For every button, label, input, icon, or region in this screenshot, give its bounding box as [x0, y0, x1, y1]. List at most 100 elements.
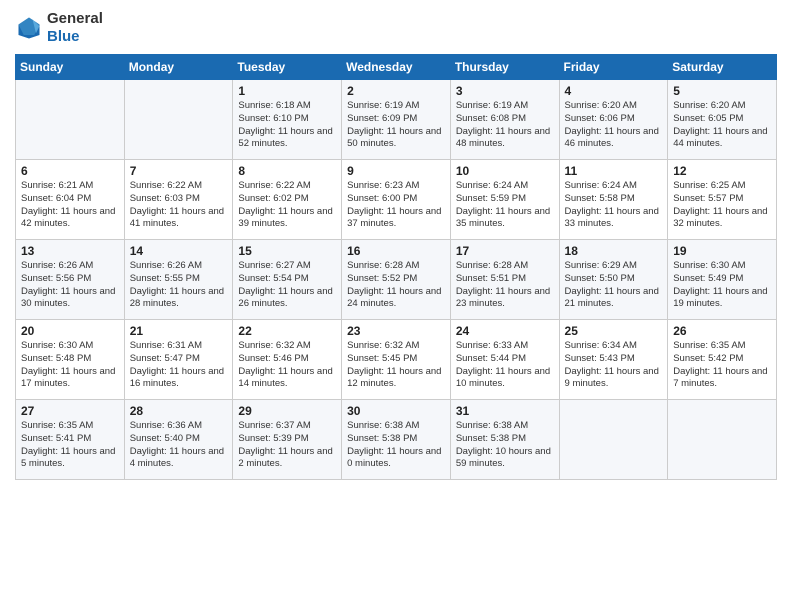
weekday-header-thursday: Thursday: [450, 55, 559, 80]
day-number: 14: [130, 244, 228, 258]
day-cell: [124, 80, 233, 160]
day-number: 13: [21, 244, 119, 258]
day-cell: 11 Sunrise: 6:24 AM Sunset: 5:58 PM Dayli…: [559, 160, 668, 240]
day-detail: Sunrise: 6:21 AM Sunset: 6:04 PM Dayligh…: [21, 180, 119, 231]
day-detail: Sunrise: 6:22 AM Sunset: 6:03 PM Dayligh…: [130, 180, 228, 231]
day-detail: Sunrise: 6:26 AM Sunset: 5:56 PM Dayligh…: [21, 260, 119, 311]
day-cell: [16, 80, 125, 160]
weekday-header-monday: Monday: [124, 55, 233, 80]
day-number: 4: [565, 84, 663, 98]
day-cell: 6 Sunrise: 6:21 AM Sunset: 6:04 PM Daylig…: [16, 160, 125, 240]
day-number: 28: [130, 404, 228, 418]
day-detail: Sunrise: 6:19 AM Sunset: 6:08 PM Dayligh…: [456, 100, 554, 151]
day-detail: Sunrise: 6:26 AM Sunset: 5:55 PM Dayligh…: [130, 260, 228, 311]
day-cell: 13 Sunrise: 6:26 AM Sunset: 5:56 PM Dayli…: [16, 240, 125, 320]
day-number: 9: [347, 164, 445, 178]
day-cell: 10Sunrise: 6:24 AM Sunset: 5:59 PM Dayli…: [450, 160, 559, 240]
day-detail: Sunrise: 6:37 AM Sunset: 5:39 PM Dayligh…: [238, 420, 336, 471]
day-number: 16: [347, 244, 445, 258]
day-number: 11: [565, 164, 663, 178]
day-cell: 15Sunrise: 6:27 AM Sunset: 5:54 PM Dayli…: [233, 240, 342, 320]
day-detail: Sunrise: 6:32 AM Sunset: 5:45 PM Dayligh…: [347, 340, 445, 391]
day-number: 5: [673, 84, 771, 98]
day-number: 27: [21, 404, 119, 418]
day-cell: 28 Sunrise: 6:36 AM Sunset: 5:40 PM Dayli…: [124, 400, 233, 480]
day-cell: [668, 400, 777, 480]
day-number: 24: [456, 324, 554, 338]
day-number: 2: [347, 84, 445, 98]
day-detail: Sunrise: 6:31 AM Sunset: 5:47 PM Dayligh…: [130, 340, 228, 391]
day-cell: 22 Sunrise: 6:32 AM Sunset: 5:46 PM Dayli…: [233, 320, 342, 400]
day-number: 21: [130, 324, 228, 338]
day-detail: Sunrise: 6:27 AM Sunset: 5:54 PM Dayligh…: [238, 260, 336, 311]
day-cell: 9 Sunrise: 6:23 AM Sunset: 6:00 PM Daylig…: [342, 160, 451, 240]
day-cell: 26Sunrise: 6:35 AM Sunset: 5:42 PM Dayli…: [668, 320, 777, 400]
day-number: 29: [238, 404, 336, 418]
day-cell: 16 Sunrise: 6:28 AM Sunset: 5:52 PM Dayli…: [342, 240, 451, 320]
calendar-table: SundayMondayTuesdayWednesdayThursdayFrid…: [15, 54, 777, 480]
logo-blue: Blue: [47, 28, 103, 46]
page: General Blue SundayMondayTuesdayWednesda…: [0, 0, 792, 612]
week-row-4: 20Sunrise: 6:30 AM Sunset: 5:48 PM Dayli…: [16, 320, 777, 400]
day-cell: 2 Sunrise: 6:19 AM Sunset: 6:09 PM Daylig…: [342, 80, 451, 160]
day-number: 22: [238, 324, 336, 338]
logo-general: General: [47, 10, 103, 28]
day-cell: 23 Sunrise: 6:32 AM Sunset: 5:45 PM Dayli…: [342, 320, 451, 400]
day-number: 30: [347, 404, 445, 418]
day-detail: Sunrise: 6:33 AM Sunset: 5:44 PM Dayligh…: [456, 340, 554, 391]
weekday-header-friday: Friday: [559, 55, 668, 80]
day-cell: 21 Sunrise: 6:31 AM Sunset: 5:47 PM Dayli…: [124, 320, 233, 400]
day-detail: Sunrise: 6:36 AM Sunset: 5:40 PM Dayligh…: [130, 420, 228, 471]
day-cell: 17 Sunrise: 6:28 AM Sunset: 5:51 PM Dayli…: [450, 240, 559, 320]
logo-text: General Blue: [47, 10, 103, 46]
day-number: 18: [565, 244, 663, 258]
weekday-header-tuesday: Tuesday: [233, 55, 342, 80]
logo-icon: [15, 14, 43, 42]
day-detail: Sunrise: 6:30 AM Sunset: 5:49 PM Dayligh…: [673, 260, 771, 311]
day-cell: 7Sunrise: 6:22 AM Sunset: 6:03 PM Daylig…: [124, 160, 233, 240]
day-cell: 3Sunrise: 6:19 AM Sunset: 6:08 PM Daylig…: [450, 80, 559, 160]
day-cell: 1 Sunrise: 6:18 AM Sunset: 6:10 PM Daylig…: [233, 80, 342, 160]
day-detail: Sunrise: 6:29 AM Sunset: 5:50 PM Dayligh…: [565, 260, 663, 311]
week-row-1: 1 Sunrise: 6:18 AM Sunset: 6:10 PM Daylig…: [16, 80, 777, 160]
day-cell: 19 Sunrise: 6:30 AM Sunset: 5:49 PM Dayli…: [668, 240, 777, 320]
day-detail: Sunrise: 6:32 AM Sunset: 5:46 PM Dayligh…: [238, 340, 336, 391]
day-cell: 30 Sunrise: 6:38 AM Sunset: 5:38 PM Dayli…: [342, 400, 451, 480]
header: General Blue: [15, 10, 777, 46]
day-detail: Sunrise: 6:20 AM Sunset: 6:05 PM Dayligh…: [673, 100, 771, 151]
day-number: 6: [21, 164, 119, 178]
day-detail: Sunrise: 6:35 AM Sunset: 5:42 PM Dayligh…: [673, 340, 771, 391]
day-number: 25: [565, 324, 663, 338]
day-detail: Sunrise: 6:34 AM Sunset: 5:43 PM Dayligh…: [565, 340, 663, 391]
day-cell: 27 Sunrise: 6:35 AM Sunset: 5:41 PM Dayli…: [16, 400, 125, 480]
day-detail: Sunrise: 6:18 AM Sunset: 6:10 PM Dayligh…: [238, 100, 336, 151]
day-cell: 14 Sunrise: 6:26 AM Sunset: 5:55 PM Dayli…: [124, 240, 233, 320]
week-row-3: 13 Sunrise: 6:26 AM Sunset: 5:56 PM Dayli…: [16, 240, 777, 320]
day-number: 17: [456, 244, 554, 258]
weekday-header-row: SundayMondayTuesdayWednesdayThursdayFrid…: [16, 55, 777, 80]
day-number: 23: [347, 324, 445, 338]
day-detail: Sunrise: 6:28 AM Sunset: 5:51 PM Dayligh…: [456, 260, 554, 311]
day-number: 8: [238, 164, 336, 178]
day-detail: Sunrise: 6:30 AM Sunset: 5:48 PM Dayligh…: [21, 340, 119, 391]
day-detail: Sunrise: 6:38 AM Sunset: 5:38 PM Dayligh…: [347, 420, 445, 471]
day-detail: Sunrise: 6:28 AM Sunset: 5:52 PM Dayligh…: [347, 260, 445, 311]
weekday-header-saturday: Saturday: [668, 55, 777, 80]
day-detail: Sunrise: 6:35 AM Sunset: 5:41 PM Dayligh…: [21, 420, 119, 471]
day-cell: 12Sunrise: 6:25 AM Sunset: 5:57 PM Dayli…: [668, 160, 777, 240]
logo: General Blue: [15, 10, 103, 46]
day-detail: Sunrise: 6:24 AM Sunset: 5:58 PM Dayligh…: [565, 180, 663, 231]
day-detail: Sunrise: 6:19 AM Sunset: 6:09 PM Dayligh…: [347, 100, 445, 151]
day-cell: 29 Sunrise: 6:37 AM Sunset: 5:39 PM Dayli…: [233, 400, 342, 480]
day-cell: 24 Sunrise: 6:33 AM Sunset: 5:44 PM Dayli…: [450, 320, 559, 400]
day-detail: Sunrise: 6:38 AM Sunset: 5:38 PM Dayligh…: [456, 420, 554, 471]
weekday-header-wednesday: Wednesday: [342, 55, 451, 80]
day-detail: Sunrise: 6:24 AM Sunset: 5:59 PM Dayligh…: [456, 180, 554, 231]
day-number: 1: [238, 84, 336, 98]
day-detail: Sunrise: 6:23 AM Sunset: 6:00 PM Dayligh…: [347, 180, 445, 231]
day-cell: 31Sunrise: 6:38 AM Sunset: 5:38 PM Dayli…: [450, 400, 559, 480]
day-cell: 18 Sunrise: 6:29 AM Sunset: 5:50 PM Dayli…: [559, 240, 668, 320]
week-row-5: 27 Sunrise: 6:35 AM Sunset: 5:41 PM Dayli…: [16, 400, 777, 480]
day-number: 19: [673, 244, 771, 258]
day-detail: Sunrise: 6:20 AM Sunset: 6:06 PM Dayligh…: [565, 100, 663, 151]
